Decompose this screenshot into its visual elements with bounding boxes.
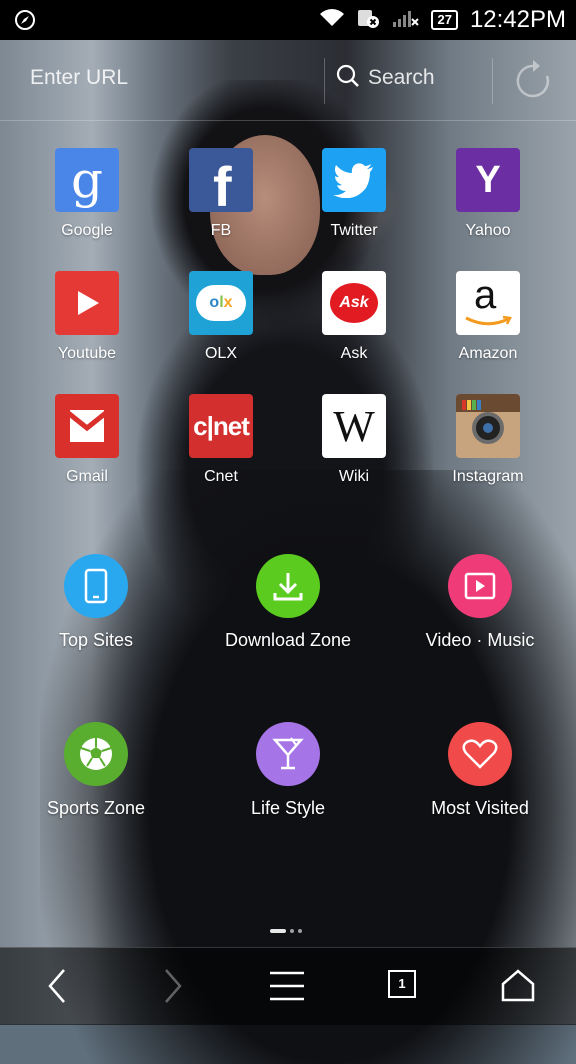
zone-label: Video · Music [425,630,535,650]
yahoo-icon: Y [456,148,520,212]
site-label: Twitter [330,222,378,239]
youtube-icon [55,271,119,335]
zone-label: Sports Zone [46,798,146,818]
tabs-icon[interactable]: 1 [388,970,416,998]
site-label: Ask [340,345,368,362]
site-google[interactable]: g Google [22,148,152,240]
site-twitter[interactable]: Twitter [289,148,419,240]
play-icon [448,554,512,618]
zone-label: Most Visited [431,798,529,818]
search-icon [336,64,360,92]
cnet-icon: c|net [189,394,253,458]
cocktail-glass-icon [256,722,320,786]
site-label: Cnet [204,468,238,485]
wifi-icon [319,8,345,32]
site-yahoo[interactable]: Y Yahoo [423,148,553,240]
site-label: Amazon [458,345,518,362]
status-bar: 27 12:42PM [0,0,576,40]
page-indicator [270,929,302,933]
phone-icon [64,554,128,618]
page-dot [298,929,302,933]
bottom-toolbar: 1 [0,947,576,1025]
divider [492,58,493,104]
site-label: Wiki [338,468,370,485]
site-label: Instagram [452,468,524,485]
compass-icon [14,9,36,35]
site-label: Google [61,222,113,239]
wikipedia-icon: W [322,394,386,458]
site-cnet[interactable]: c|net Cnet [156,394,286,486]
olx-icon: olx [189,271,253,335]
clock: 12:42PM [469,6,566,33]
facebook-icon: f [189,148,253,212]
soccer-ball-icon [64,722,128,786]
heart-icon [448,722,512,786]
zone-label: Life Style [250,798,326,818]
zone-download[interactable]: Download Zone [203,554,373,651]
sim-card-icon [357,7,381,33]
menu-icon[interactable] [268,970,306,1006]
ask-icon: Ask [322,271,386,335]
site-ask[interactable]: Ask Ask [289,271,419,363]
site-label: OLX [204,345,237,362]
site-gmail[interactable]: Gmail [22,394,152,486]
zone-life-style[interactable]: Life Style [203,722,373,819]
site-label: Gmail [66,468,108,485]
forward-icon[interactable] [160,966,184,1010]
twitter-icon [322,148,386,212]
instagram-icon [456,394,520,458]
site-instagram[interactable]: Instagram [423,394,553,486]
url-bar: Enter URL Search [0,40,576,121]
site-olx[interactable]: olx OLX [156,271,286,363]
page-dot-active [270,929,286,933]
zone-most-visited[interactable]: Most Visited [395,722,565,819]
divider [324,58,325,104]
site-facebook[interactable]: f FB [156,148,286,240]
signal-icon [393,9,420,31]
zone-video-music[interactable]: Video · Music [395,554,565,651]
google-icon: g [55,148,119,212]
site-wiki[interactable]: W Wiki [289,394,419,486]
search-label: Search [368,66,435,89]
refresh-icon[interactable] [514,60,552,104]
amazon-icon: a [456,271,520,335]
page-dot [290,929,294,933]
search-input[interactable]: Search [336,64,435,92]
site-label: FB [210,222,232,239]
home-icon[interactable] [500,968,536,1006]
zone-label: Top Sites [58,630,134,650]
site-label: Yahoo [465,222,511,239]
zone-top-sites[interactable]: Top Sites [11,554,181,651]
zone-sports[interactable]: Sports Zone [11,722,181,819]
gmail-icon [55,394,119,458]
back-icon[interactable] [46,966,70,1010]
download-icon [256,554,320,618]
site-amazon[interactable]: a Amazon [423,271,553,363]
site-youtube[interactable]: Youtube [22,271,152,363]
site-label: Youtube [57,345,117,362]
battery-icon: 27 [431,10,458,30]
zone-label: Download Zone [224,630,352,650]
url-input[interactable]: Enter URL [30,66,128,90]
status-right: 27 12:42PM [319,0,566,40]
